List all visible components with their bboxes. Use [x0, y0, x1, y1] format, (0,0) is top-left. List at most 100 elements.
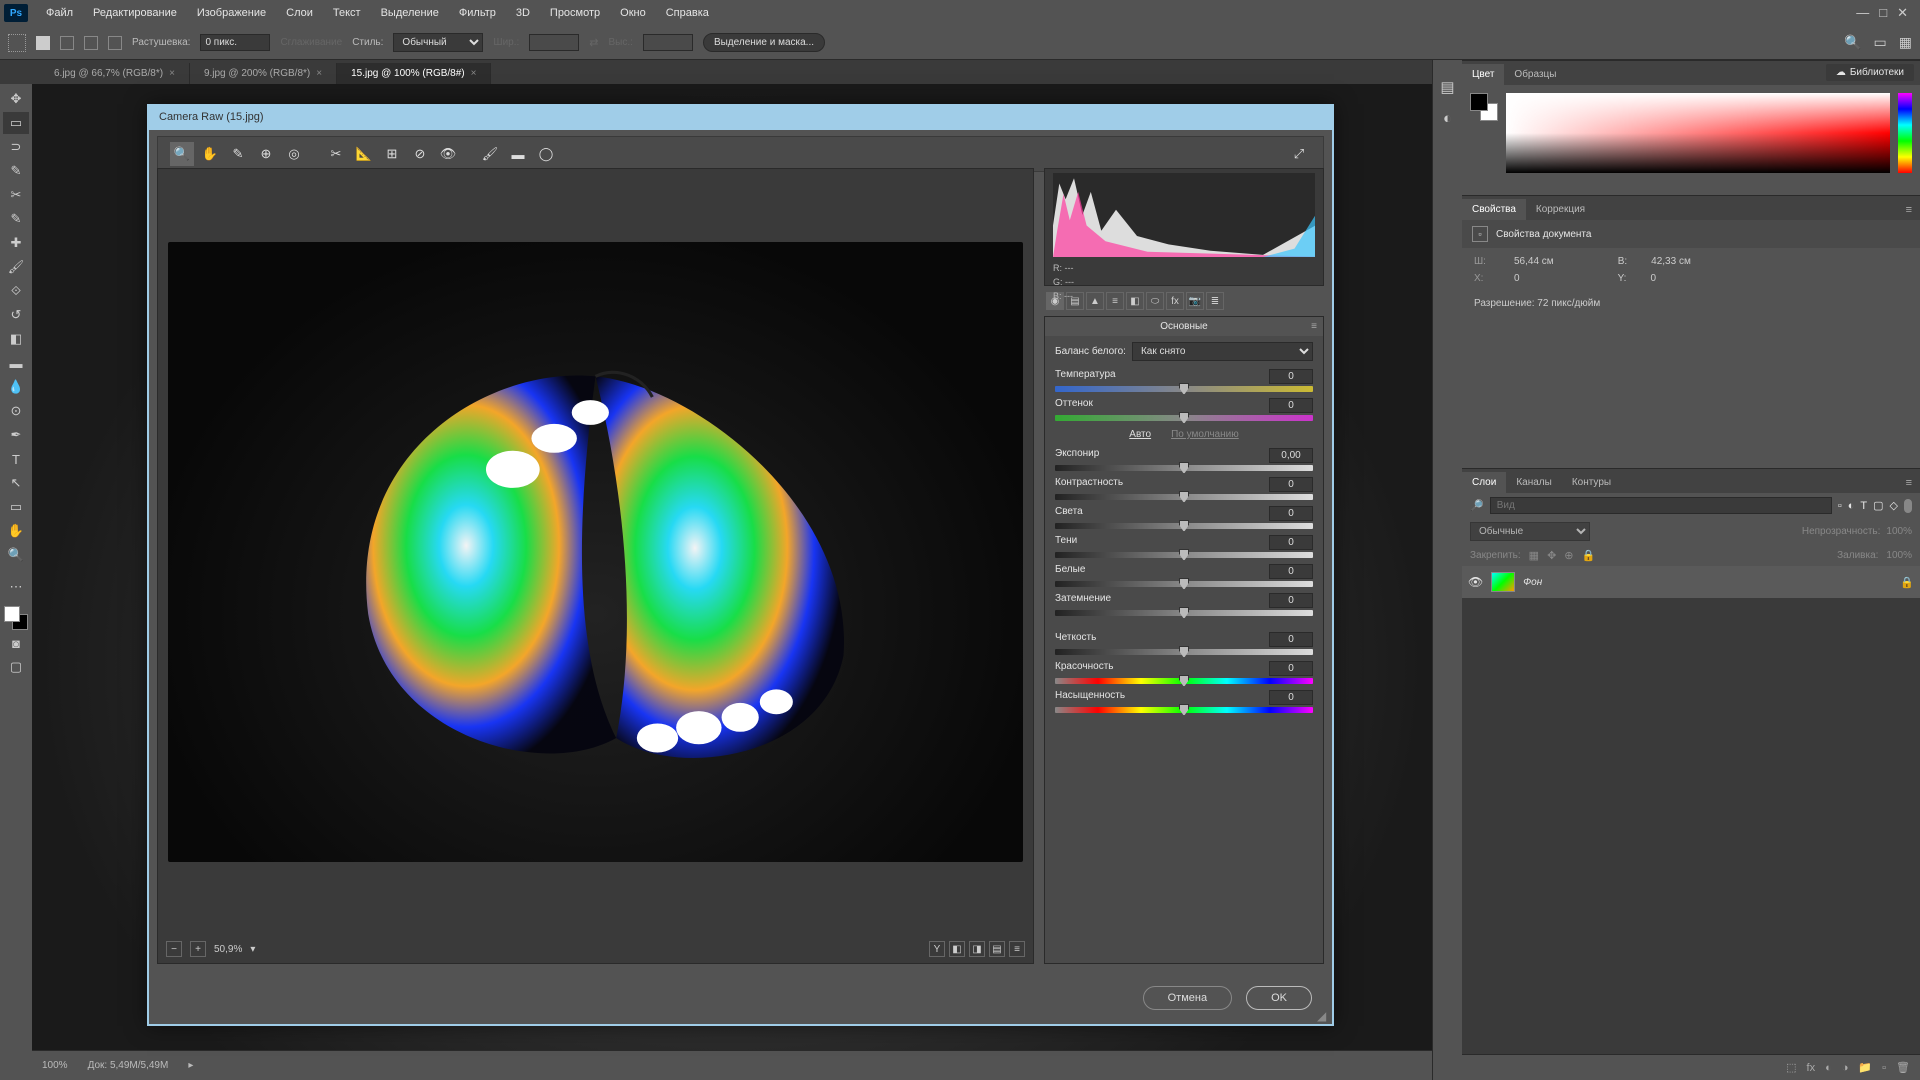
cr-straighten-icon[interactable]: 📐 — [352, 142, 376, 166]
screenmode-icon[interactable]: ▢ — [3, 656, 29, 678]
layer-name[interactable]: Фон — [1523, 577, 1542, 588]
maximize-icon[interactable]: □ — [1879, 5, 1887, 21]
select-and-mask-button[interactable]: Выделение и маска... — [703, 33, 825, 52]
hue-slider[interactable] — [1898, 93, 1912, 173]
slider-vibrance-track[interactable] — [1055, 678, 1313, 684]
slider-thumb[interactable] — [1179, 607, 1189, 619]
menu-layer[interactable]: Слои — [276, 3, 323, 23]
history-brush-tool-icon[interactable]: ↺ — [3, 304, 29, 326]
eraser-tool-icon[interactable]: ◧ — [3, 328, 29, 350]
cr-zoom-in-icon[interactable]: + — [190, 941, 206, 957]
current-tool-icon[interactable] — [8, 34, 26, 52]
new-layer-icon[interactable]: ▫ — [1882, 1062, 1886, 1074]
marquee-mode-2-icon[interactable] — [60, 36, 74, 50]
slider-contrast-input[interactable] — [1269, 477, 1313, 492]
cr-panel-menu-icon[interactable]: ≡ — [1311, 321, 1317, 332]
filter-adj-icon[interactable]: ◐ — [1848, 500, 1855, 512]
default-link[interactable]: По умолчанию — [1171, 429, 1239, 440]
status-arrow-icon[interactable]: ▸ — [188, 1060, 193, 1071]
cr-view-mode2-icon[interactable]: ◨ — [969, 941, 985, 957]
slider-temp-track[interactable] — [1055, 386, 1313, 392]
healing-tool-icon[interactable]: ✚ — [3, 232, 29, 254]
filter-shape-icon[interactable]: ▢ — [1873, 499, 1883, 512]
doc-tab-2[interactable]: 15.jpg @ 100% (RGB/8#)× — [337, 63, 491, 84]
menu-help[interactable]: Справка — [656, 3, 719, 23]
panel-menu-icon[interactable]: ≡ — [1898, 200, 1920, 220]
slider-whites-track[interactable] — [1055, 581, 1313, 587]
slider-thumb[interactable] — [1179, 383, 1189, 395]
cr-before-after-icon[interactable]: Y — [929, 941, 945, 957]
shape-tool-icon[interactable]: ▭ — [3, 496, 29, 518]
resize-grip-icon[interactable]: ◢ — [1317, 1009, 1329, 1021]
slider-thumb[interactable] — [1179, 462, 1189, 474]
cr-zoom-out-icon[interactable]: − — [166, 941, 182, 957]
path-tool-icon[interactable]: ↖ — [3, 472, 29, 494]
cr-zoom-tool-icon[interactable]: 🔍 — [170, 142, 194, 166]
marquee-mode-4-icon[interactable] — [108, 36, 122, 50]
cancel-button[interactable]: Отмена — [1143, 986, 1232, 1010]
quickmask-icon[interactable]: ◙ — [3, 632, 29, 654]
color-swatches[interactable] — [4, 606, 28, 630]
slider-thumb[interactable] — [1179, 412, 1189, 424]
lock-pixels-icon[interactable]: ▦ — [1529, 549, 1539, 562]
cr-fullscreen-icon[interactable]: ⤢ — [1287, 142, 1311, 166]
cr-adj-brush-icon[interactable]: 🖌 — [478, 142, 502, 166]
status-docsize[interactable]: Док: 5,49M/5,49M — [88, 1060, 169, 1071]
close-tab-icon[interactable]: × — [169, 68, 175, 79]
slider-clarity-input[interactable] — [1269, 632, 1313, 647]
cr-image-area[interactable] — [158, 169, 1033, 935]
slider-shadows-track[interactable] — [1055, 552, 1313, 558]
wb-select[interactable]: Как снято — [1132, 342, 1313, 361]
menu-edit[interactable]: Редактирование — [83, 3, 187, 23]
ok-button[interactable]: OK — [1246, 986, 1312, 1010]
slider-blacks-input[interactable] — [1269, 593, 1313, 608]
search-icon[interactable]: 🔍 — [1844, 34, 1861, 51]
adjustments-panel-icon[interactable]: ◐ — [1443, 110, 1452, 127]
dialog-title[interactable]: Camera Raw (15.jpg) — [149, 106, 1332, 130]
layer-filter-input[interactable] — [1490, 497, 1832, 514]
filter-type-icon[interactable]: T — [1860, 500, 1867, 512]
tab-adjustments[interactable]: Коррекция — [1526, 199, 1595, 220]
link-layers-icon[interactable]: ⬚ — [1786, 1061, 1796, 1074]
libraries-tab[interactable]: ☁Библиотеки — [1826, 64, 1914, 81]
style-select[interactable]: Обычный — [393, 33, 483, 52]
cr-histogram[interactable] — [1053, 173, 1315, 257]
group-icon[interactable]: 📁 — [1858, 1061, 1872, 1074]
doc-tab-1[interactable]: 9.jpg @ 200% (RGB/8*)× — [190, 63, 337, 84]
cr-view-menu-icon[interactable]: ≡ — [1009, 941, 1025, 957]
marquee-mode-3-icon[interactable] — [84, 36, 98, 50]
slider-thumb[interactable] — [1179, 704, 1189, 716]
slider-thumb[interactable] — [1179, 549, 1189, 561]
close-icon[interactable]: ✕ — [1897, 5, 1908, 21]
tab-layers[interactable]: Слои — [1462, 472, 1506, 493]
menu-select[interactable]: Выделение — [371, 3, 449, 23]
tab-color[interactable]: Цвет — [1462, 64, 1504, 85]
cr-view-mode3-icon[interactable]: ▤ — [989, 941, 1005, 957]
slider-whites-input[interactable] — [1269, 564, 1313, 579]
panel-menu-icon[interactable]: ≡ — [1898, 473, 1920, 493]
close-tab-icon[interactable]: × — [471, 68, 477, 79]
share-icon[interactable]: ▦ — [1899, 34, 1912, 51]
slider-tint-track[interactable] — [1055, 415, 1313, 421]
slider-saturation-track[interactable] — [1055, 707, 1313, 713]
filter-toggle[interactable] — [1904, 499, 1912, 513]
lock-position-icon[interactable]: ✥ — [1547, 549, 1556, 562]
menu-filter[interactable]: Фильтр — [449, 3, 506, 23]
cr-color-sampler-icon[interactable]: ⊕ — [254, 142, 278, 166]
slider-saturation-input[interactable] — [1269, 690, 1313, 705]
cr-redeye-icon[interactable]: 👁 — [436, 142, 460, 166]
slider-highlights-input[interactable] — [1269, 506, 1313, 521]
layer-fx-icon[interactable]: fx — [1807, 1062, 1816, 1074]
gradient-tool-icon[interactable]: ▬ — [3, 352, 29, 374]
menu-3d[interactable]: 3D — [506, 3, 540, 23]
cr-zoom-dropdown-icon[interactable]: ▾ — [250, 944, 255, 955]
slider-contrast-track[interactable] — [1055, 494, 1313, 500]
slider-clarity-track[interactable] — [1055, 649, 1313, 655]
slider-tint-input[interactable] — [1269, 398, 1313, 413]
adjustment-layer-icon[interactable]: ◑ — [1842, 1062, 1849, 1074]
quickselect-tool-icon[interactable]: ✎ — [3, 160, 29, 182]
tab-paths[interactable]: Контуры — [1562, 472, 1621, 493]
marquee-mode-1-icon[interactable] — [36, 36, 50, 50]
slider-thumb[interactable] — [1179, 491, 1189, 503]
cr-hand-tool-icon[interactable]: ✋ — [198, 142, 222, 166]
